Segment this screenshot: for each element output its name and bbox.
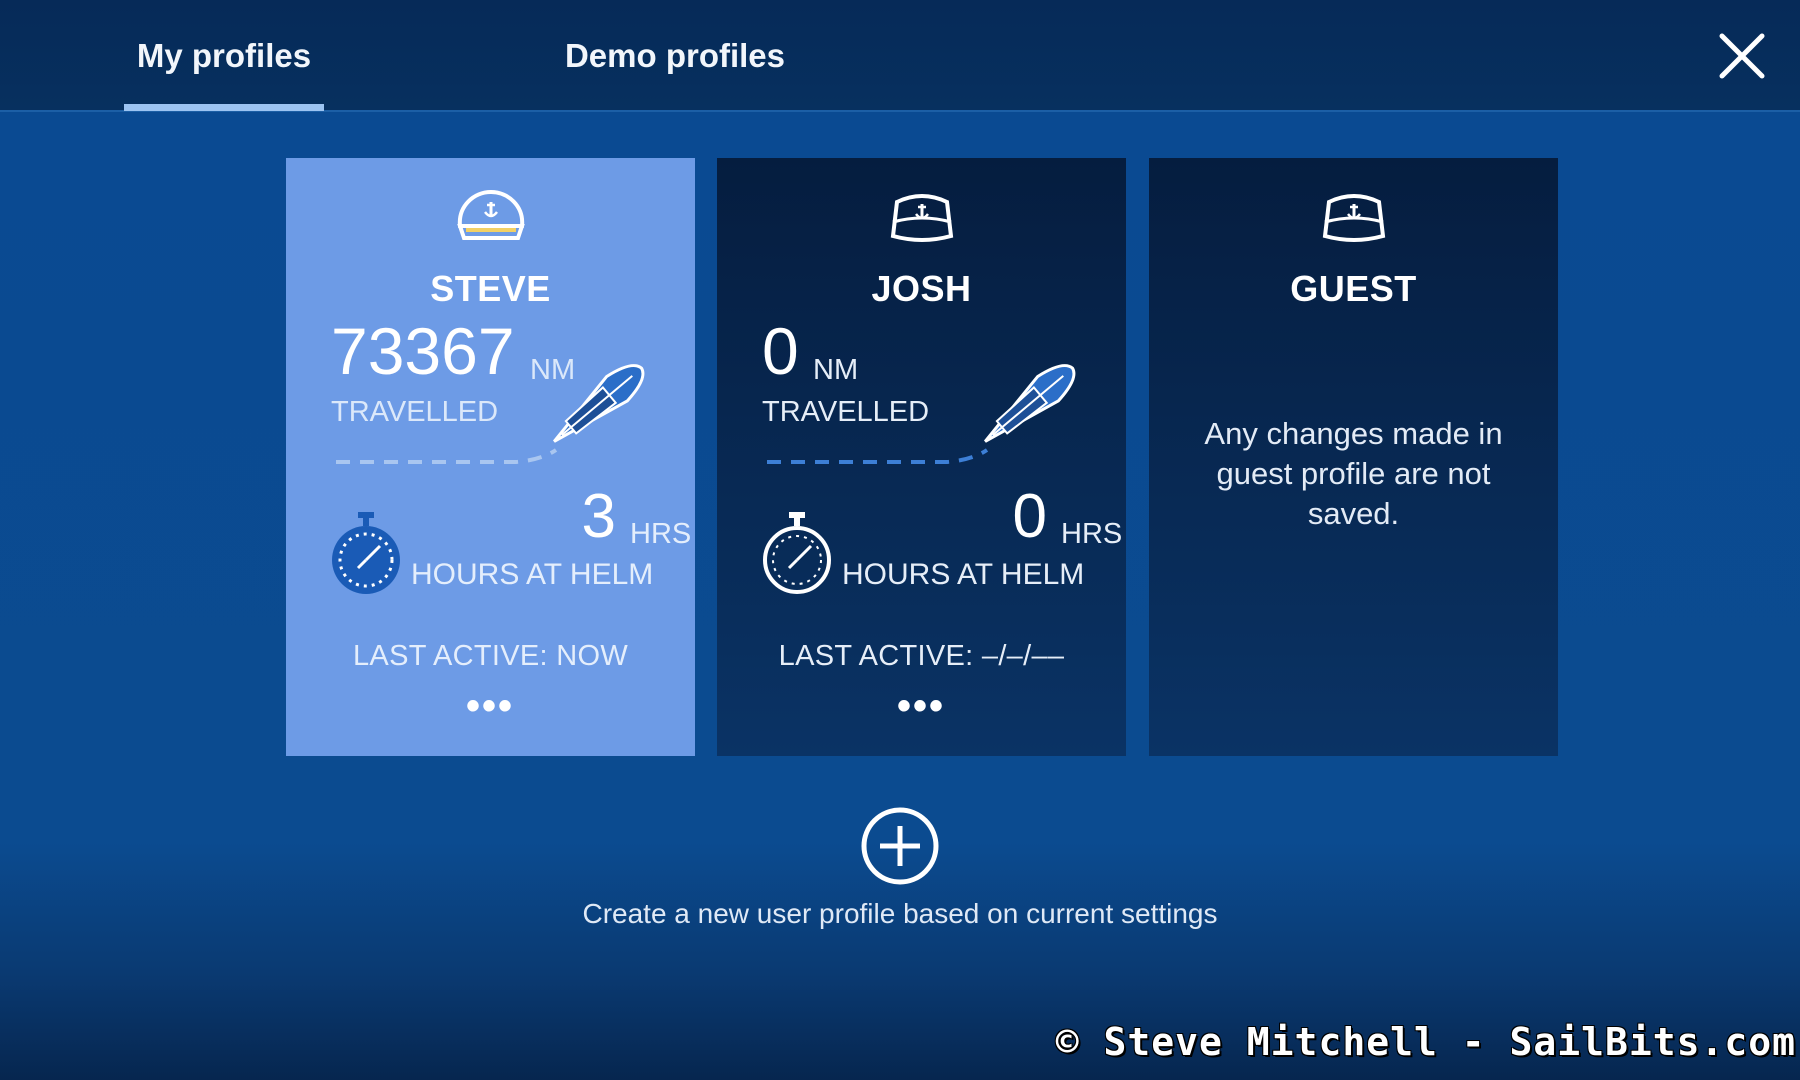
hours-value: 0 xyxy=(1012,482,1047,551)
more-options-button[interactable]: ••• xyxy=(891,686,951,734)
more-options-button[interactable]: ••• xyxy=(460,686,520,734)
profile-card-guest[interactable]: GUEST Any changes made in guest profile … xyxy=(1149,158,1558,756)
guest-notice: Any changes made in guest profile are no… xyxy=(1204,416,1503,531)
add-profile-button[interactable] xyxy=(860,806,940,886)
add-profile-label[interactable]: Create a new user profile based on curre… xyxy=(400,898,1400,930)
profile-name: STEVE xyxy=(430,268,551,309)
last-active-text: LAST ACTIVE: –/–/–– xyxy=(778,640,1065,672)
active-tab-indicator xyxy=(124,104,324,111)
last-active-text: LAST ACTIVE: NOW xyxy=(353,640,628,672)
profile-card-josh[interactable]: JOSH 0 NM TRAVELLED 0 HRS HOURS AT HELM … xyxy=(717,158,1126,756)
hours-label: HOURS AT HELM xyxy=(842,558,1085,591)
sailor-hat-icon xyxy=(890,194,954,242)
hours-unit: HRS xyxy=(630,518,692,550)
boat-route-icon xyxy=(336,364,645,464)
top-bar: My profiles Demo profiles xyxy=(0,0,1800,112)
profile-card-steve[interactable]: STEVE 73367 NM TRAVELLED 3 HRS HOURS AT … xyxy=(286,158,695,756)
hours-unit: HRS xyxy=(1061,518,1123,550)
boat-route-icon xyxy=(767,364,1076,464)
hours-label: HOURS AT HELM xyxy=(411,558,654,591)
hours-value: 3 xyxy=(581,482,616,551)
sailor-hat-icon xyxy=(1322,194,1386,242)
stopwatch-icon xyxy=(763,512,831,594)
close-icon xyxy=(1719,33,1765,79)
close-button[interactable] xyxy=(1716,30,1768,82)
captain-hat-icon xyxy=(457,189,525,240)
plus-circle-icon xyxy=(861,807,939,885)
profile-name: JOSH xyxy=(871,268,972,309)
profile-name: GUEST xyxy=(1290,268,1417,309)
tab-my-profiles[interactable]: My profiles xyxy=(124,0,324,112)
stopwatch-icon xyxy=(332,512,400,594)
watermark: © Steve Mitchell - SailBits.com xyxy=(1055,1020,1796,1064)
tab-demo-profiles[interactable]: Demo profiles xyxy=(540,0,810,112)
